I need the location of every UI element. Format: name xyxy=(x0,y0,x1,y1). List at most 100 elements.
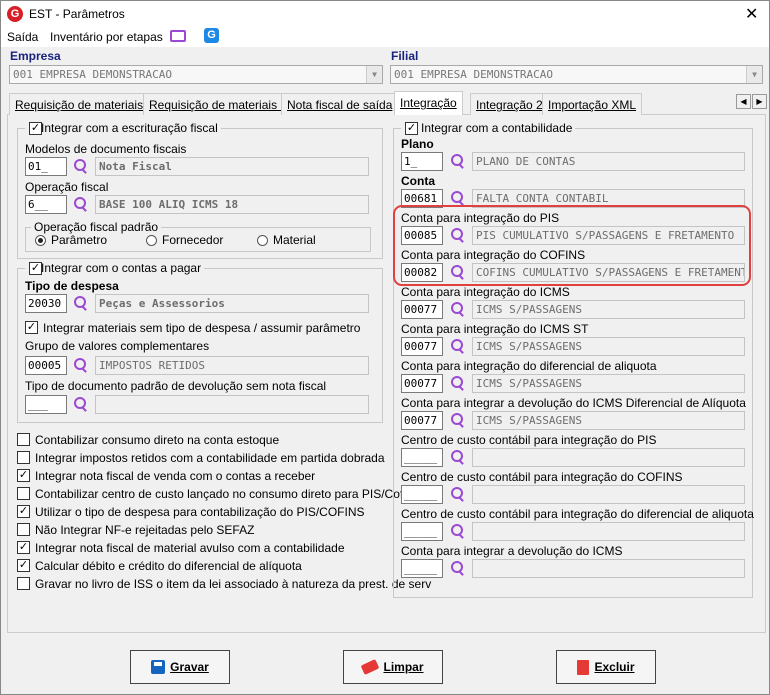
excluir-button[interactable]: Excluir xyxy=(556,650,656,684)
modelos-desc: Nota Fiscal xyxy=(95,157,369,176)
check-consumo-direto[interactable] xyxy=(17,433,30,446)
search-icon[interactable] xyxy=(448,337,466,355)
tab-nota-fiscal-saida[interactable]: Nota fiscal de saída xyxy=(281,93,399,115)
contas-pagar-label: Integrar com o contas a pagar xyxy=(25,261,205,275)
check-tipo-despesa-pis[interactable]: ✓ xyxy=(17,505,30,518)
menu-inventario[interactable]: Inventário por etapas xyxy=(50,30,163,44)
check-impostos-retidos[interactable] xyxy=(17,451,30,464)
trash-icon xyxy=(577,659,590,675)
cc-pis-code-input[interactable]: _____ xyxy=(401,448,443,467)
radio-fornecedor[interactable] xyxy=(146,235,157,246)
tab-requisicao-2[interactable]: Requisição de materiais 2 xyxy=(143,93,294,115)
radio-material[interactable] xyxy=(257,235,268,246)
window-title: EST - Parâmetros xyxy=(29,7,125,21)
contas-pagar-checkbox[interactable]: ✓ xyxy=(29,262,42,275)
search-icon[interactable] xyxy=(448,485,466,503)
filial-label: Filial xyxy=(391,49,419,63)
search-icon[interactable] xyxy=(71,356,89,374)
check-livro-iss[interactable] xyxy=(17,577,30,590)
check-nf-avulso-label: Integrar nota fiscal de material avulso … xyxy=(35,541,345,555)
tipo-despesa-label: Tipo de despesa xyxy=(25,279,119,293)
escrituracao-label: Integrar com a escrituração fiscal xyxy=(25,121,221,135)
tab-integracao[interactable]: Integração xyxy=(394,91,463,115)
operacao-label: Operação fiscal xyxy=(25,180,109,194)
icms-st-desc: ICMS S/PASSAGENS xyxy=(472,337,745,356)
check-nf-avulso[interactable]: ✓ xyxy=(17,541,30,554)
icms-desc: ICMS S/PASSAGENS xyxy=(472,300,745,319)
modelos-code-input[interactable]: 01_ xyxy=(25,157,67,176)
search-icon[interactable] xyxy=(448,559,466,577)
escrituracao-checkbox[interactable]: ✓ xyxy=(29,122,42,135)
search-icon[interactable] xyxy=(448,411,466,429)
tab-scroll-right-icon[interactable]: ▶ xyxy=(752,94,767,109)
check-debito-credito[interactable]: ✓ xyxy=(17,559,30,572)
cc-pis-label: Centro de custo contábil para integração… xyxy=(401,433,657,447)
monitor-icon[interactable] xyxy=(170,30,186,42)
search-icon[interactable] xyxy=(448,448,466,466)
difal-label: Conta para integração do diferencial de … xyxy=(401,359,657,373)
modelos-label: Modelos de documento fiscais xyxy=(25,142,187,156)
search-icon[interactable] xyxy=(448,374,466,392)
check-consumo-direto-label: Contabilizar consumo direto na conta est… xyxy=(35,433,280,447)
dev-difal-label: Conta para integrar a devolução do ICMS … xyxy=(401,396,746,410)
tipo-despesa-code-input[interactable]: 20030 xyxy=(25,294,67,313)
search-icon[interactable] xyxy=(71,395,89,413)
search-icon[interactable] xyxy=(448,522,466,540)
dev-difal-code-input[interactable]: 00077 xyxy=(401,411,443,430)
save-icon xyxy=(151,660,166,674)
check-nf-venda[interactable]: ✓ xyxy=(17,469,30,482)
gravar-button[interactable]: Gravar xyxy=(130,650,230,684)
conta-label: Conta xyxy=(401,174,435,188)
search-icon[interactable] xyxy=(448,300,466,318)
plano-label: Plano xyxy=(401,137,434,151)
check-nf-venda-label: Integrar nota fiscal de venda com o cont… xyxy=(35,469,316,483)
radio-parametro-label: Parâmetro xyxy=(51,233,108,247)
contabilidade-label: Integrar com a contabilidade xyxy=(401,121,576,135)
search-icon[interactable] xyxy=(71,294,89,312)
search-icon[interactable] xyxy=(448,152,466,170)
cc-pis-desc xyxy=(472,448,745,467)
icms-st-label: Conta para integração do ICMS ST xyxy=(401,322,589,336)
limpar-button[interactable]: Limpar xyxy=(343,650,443,684)
operacao-code-input[interactable]: 6__ xyxy=(25,195,67,214)
chevron-down-icon[interactable]: ▼ xyxy=(366,66,382,83)
radio-parametro[interactable] xyxy=(35,235,46,246)
tab-integracao-2[interactable]: Integração 2 xyxy=(470,93,549,115)
tipo-doc-code-input[interactable]: ___ xyxy=(25,395,67,414)
cc-difal-code-input[interactable]: _____ xyxy=(401,522,443,541)
grupo-code-input[interactable]: 00005 xyxy=(25,356,67,375)
search-icon[interactable] xyxy=(71,195,89,213)
check-nfe-rejeitadas[interactable] xyxy=(17,523,30,536)
app-g-icon[interactable]: G xyxy=(204,28,219,43)
icms-st-code-input[interactable]: 00077 xyxy=(401,337,443,356)
tipo-despesa-desc: Peças e Assessorios xyxy=(95,294,369,313)
check-nfe-rejeitadas-label: Não Integrar NF-e rejeitadas pelo SEFAZ xyxy=(35,523,255,537)
chevron-down-icon[interactable]: ▼ xyxy=(746,66,762,83)
plano-code-input[interactable]: 1_ xyxy=(401,152,443,171)
dev-icms-label: Conta para integrar a devolução do ICMS xyxy=(401,544,623,558)
dev-icms-code-input[interactable]: _____ xyxy=(401,559,443,578)
tipo-doc-desc xyxy=(95,395,369,414)
empresa-select[interactable]: 001 EMPRESA DEMONSTRACAO ▼ xyxy=(9,65,383,84)
filial-select[interactable]: 001 EMPRESA DEMONSTRACAO ▼ xyxy=(390,65,763,84)
tipo-doc-label: Tipo de documento padrão de devolução se… xyxy=(25,379,327,393)
check-centro-custo[interactable] xyxy=(17,487,30,500)
cc-difal-label: Centro de custo contábil para integração… xyxy=(401,507,754,521)
menu-saida[interactable]: Saída xyxy=(7,30,38,44)
close-icon[interactable]: ✕ xyxy=(745,4,758,24)
radio-material-label: Material xyxy=(273,233,316,247)
tab-requisicao[interactable]: Requisição de materiais xyxy=(9,93,150,115)
difal-desc: ICMS S/PASSAGENS xyxy=(472,374,745,393)
main-window: G EST - Parâmetros ✕ Saída Inventário po… xyxy=(0,0,770,695)
icms-label: Conta para integração do ICMS xyxy=(401,285,570,299)
tab-importacao-xml[interactable]: Importação XML xyxy=(542,93,643,115)
operacao-padrao-label: Operação fiscal padrão xyxy=(31,220,162,234)
sem-tipo-checkbox[interactable]: ✓ xyxy=(25,321,38,334)
difal-code-input[interactable]: 00077 xyxy=(401,374,443,393)
tab-scroll-left-icon[interactable]: ◀ xyxy=(736,94,751,109)
icms-code-input[interactable]: 00077 xyxy=(401,300,443,319)
contabilidade-checkbox[interactable]: ✓ xyxy=(405,122,418,135)
search-icon[interactable] xyxy=(71,157,89,175)
cc-cofins-code-input[interactable]: _____ xyxy=(401,485,443,504)
sem-tipo-label: Integrar materiais sem tipo de despesa /… xyxy=(43,321,361,335)
